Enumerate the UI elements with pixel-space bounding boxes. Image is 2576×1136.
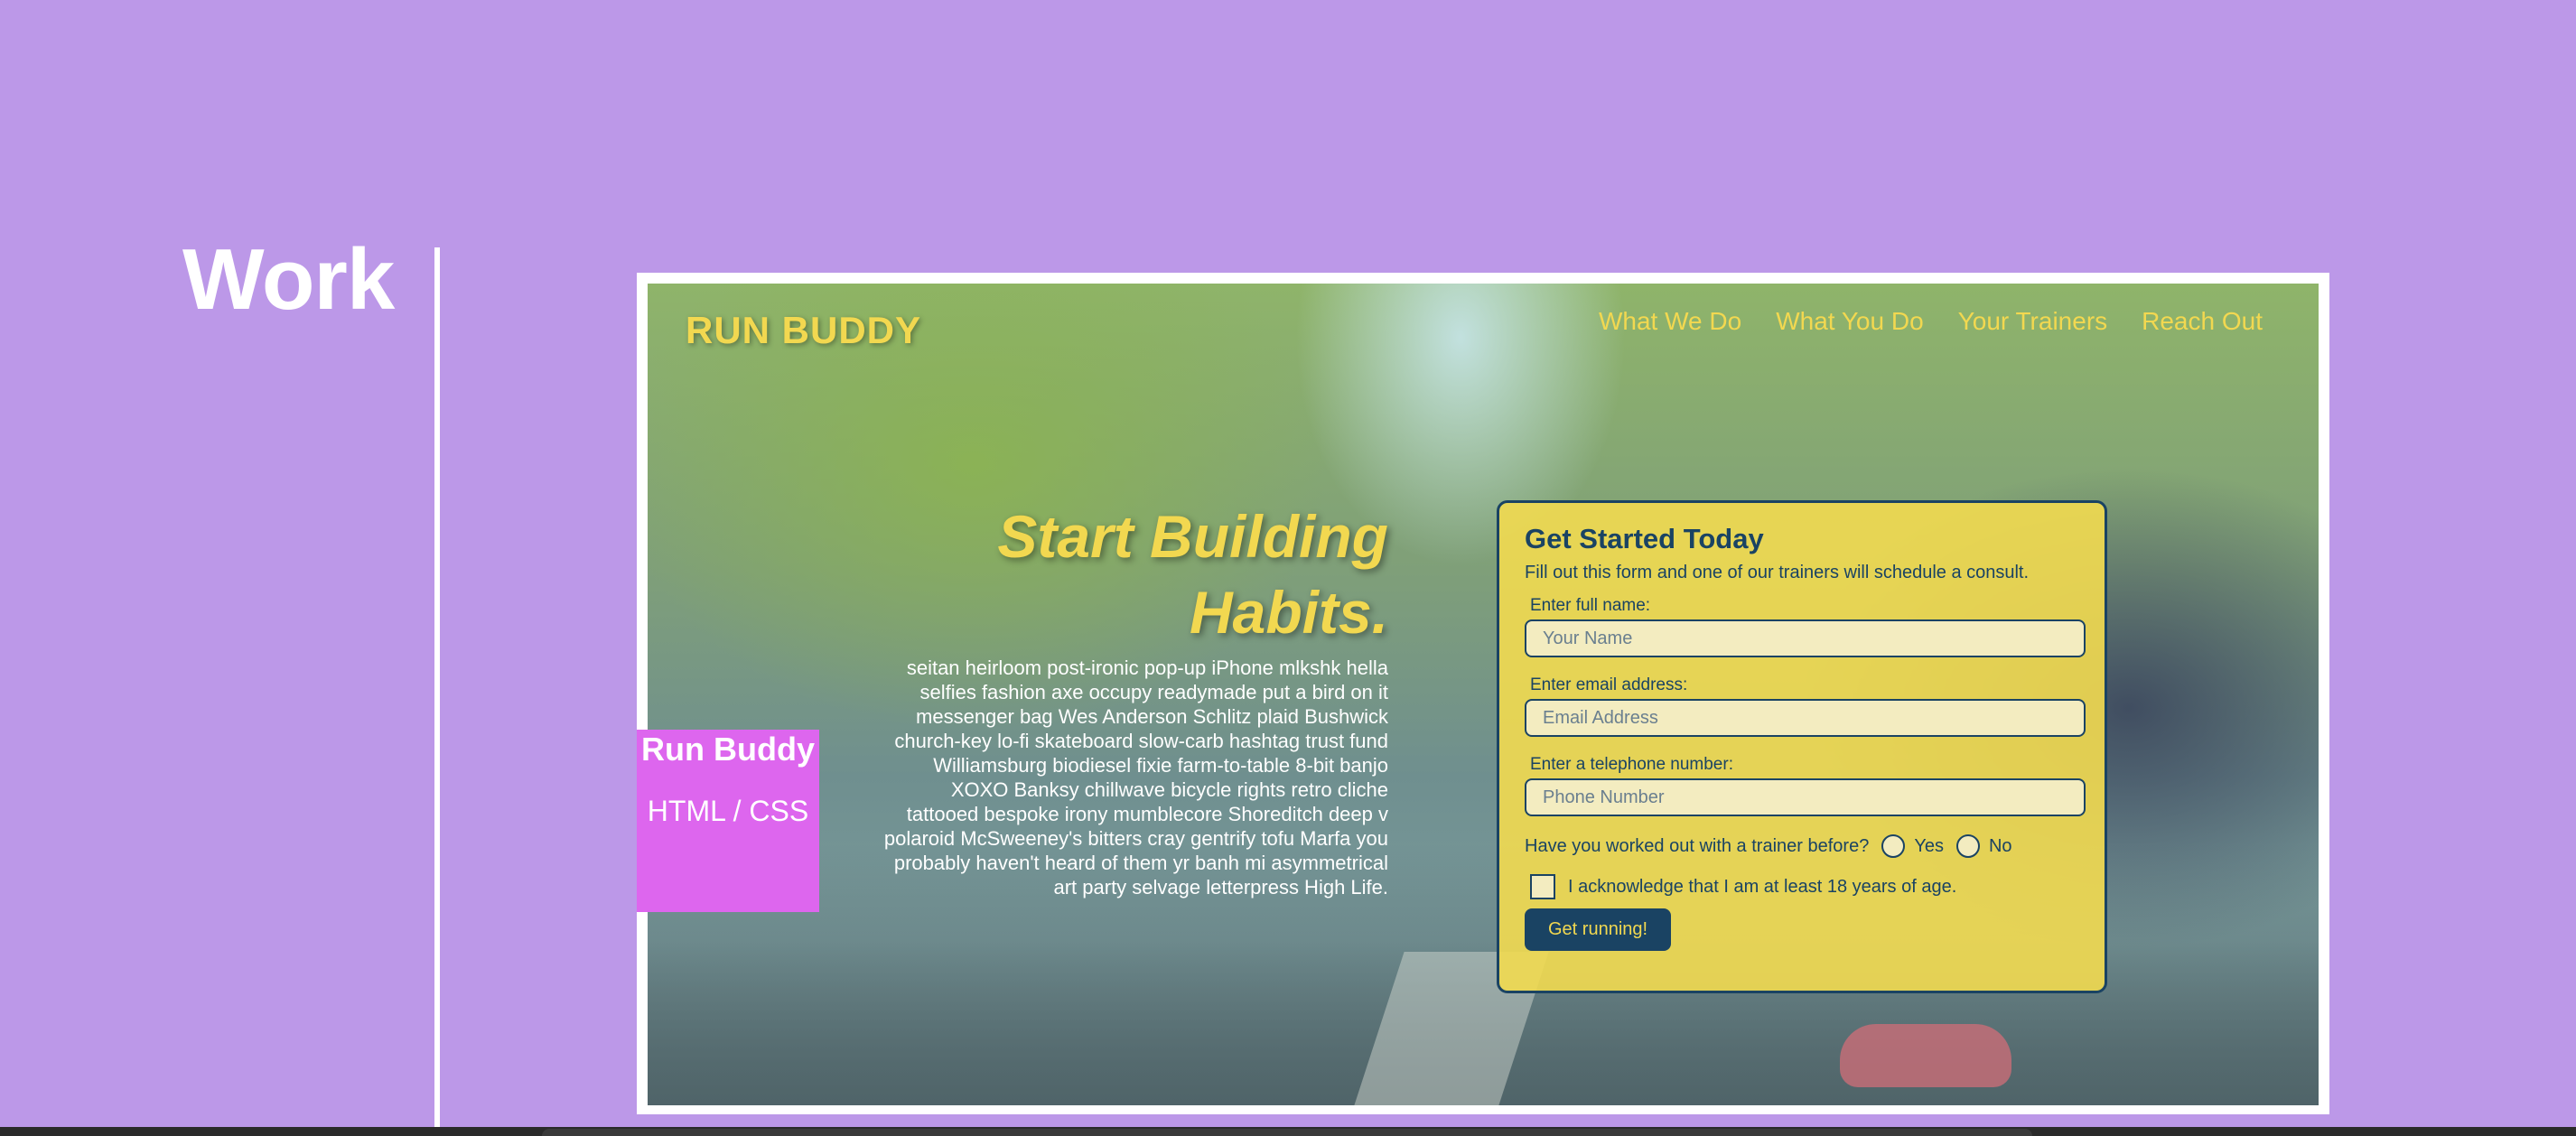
age-ack-row: I acknowledge that I am at least 18 year… — [1530, 874, 2079, 899]
hero-heading: Start Building Habits. — [937, 498, 1388, 650]
form-subtitle: Fill out this form and one of our traine… — [1525, 563, 2030, 582]
project-name: Run Buddy — [641, 731, 815, 768]
trainer-question: Have you worked out with a trainer befor… — [1525, 835, 1870, 856]
bottom-bar-center — [542, 1129, 2032, 1136]
section-title-work: Work — [182, 231, 395, 328]
email-label: Enter email address: — [1530, 675, 1688, 694]
hero-line: XOXO Banksy chillwave bicycle rights ret… — [950, 778, 1388, 801]
hero-heading-line-1: Start Building — [997, 503, 1388, 570]
hero-line: art party selvage letterpress High Life. — [1053, 876, 1388, 899]
name-field — [1525, 619, 2086, 657]
hero-heading-line-2: Habits. — [1189, 579, 1388, 646]
nav-link-what-you-do: What You Do — [1776, 307, 1924, 335]
run-buddy-logo: RUN BUDDY — [686, 309, 921, 351]
name-label: Enter full name: — [1530, 596, 1651, 615]
get-running-button: Get running! — [1525, 908, 1672, 951]
running-shoe-image — [1840, 1024, 2011, 1087]
project-card-run-buddy[interactable]: RUN BUDDY What We Do What You Do Your Tr… — [637, 273, 2329, 1114]
hero-line: polaroid McSweeney's bitters cray gentri… — [883, 827, 1388, 850]
hero-line: seitan heirloom post-ironic pop-up iPhon… — [906, 656, 1388, 679]
hero-body-text: seitan heirloom post-ironic pop-up iPhon… — [855, 656, 1388, 899]
trainer-yes-radio — [1881, 834, 1906, 858]
hero-line: church-key lo-fi skateboard slow-carb ha… — [894, 730, 1388, 752]
phone-field — [1525, 778, 2086, 816]
hero-line: tattooed bespoke irony mumblecore Shored… — [906, 803, 1388, 825]
age-ack-label: I acknowledge that I am at least 18 year… — [1568, 876, 1957, 897]
signup-form-card: Get Started Today Fill out this form and… — [1497, 500, 2107, 993]
project-screenshot: RUN BUDDY What We Do What You Do Your Tr… — [648, 284, 2319, 1105]
nav-link-what-we-do: What We Do — [1598, 307, 1742, 335]
hero-line: selfies fashion axe occupy readymade put… — [919, 681, 1388, 703]
email-field — [1525, 699, 2086, 737]
hero-line: probably haven't heard of them yr banh m… — [893, 852, 1388, 874]
nav-link-your-trainers: Your Trainers — [1957, 307, 2108, 335]
trainer-no-label: No — [1988, 835, 2012, 856]
trainer-question-row: Have you worked out with a trainer befor… — [1525, 834, 2079, 858]
nav-link-reach-out: Reach Out — [2142, 307, 2263, 335]
trainer-yes-label: Yes — [1914, 835, 1944, 856]
phone-label: Enter a telephone number: — [1530, 755, 1733, 774]
trainer-no-radio — [1955, 834, 1980, 858]
section-divider — [434, 247, 440, 1136]
run-buddy-nav: What We Do What You Do Your Trainers Rea… — [1599, 307, 2263, 336]
bottom-bar — [0, 1127, 2576, 1136]
project-tech: HTML / CSS — [647, 795, 809, 827]
age-ack-checkbox — [1530, 874, 1555, 899]
form-title: Get Started Today — [1525, 523, 1764, 554]
project-label[interactable]: Run Buddy HTML / CSS — [637, 730, 819, 912]
hero-line: messenger bag Wes Anderson Schlitz plaid… — [916, 705, 1388, 728]
hero-line: Williamsburg biodiesel fixie farm-to-tab… — [933, 754, 1388, 777]
